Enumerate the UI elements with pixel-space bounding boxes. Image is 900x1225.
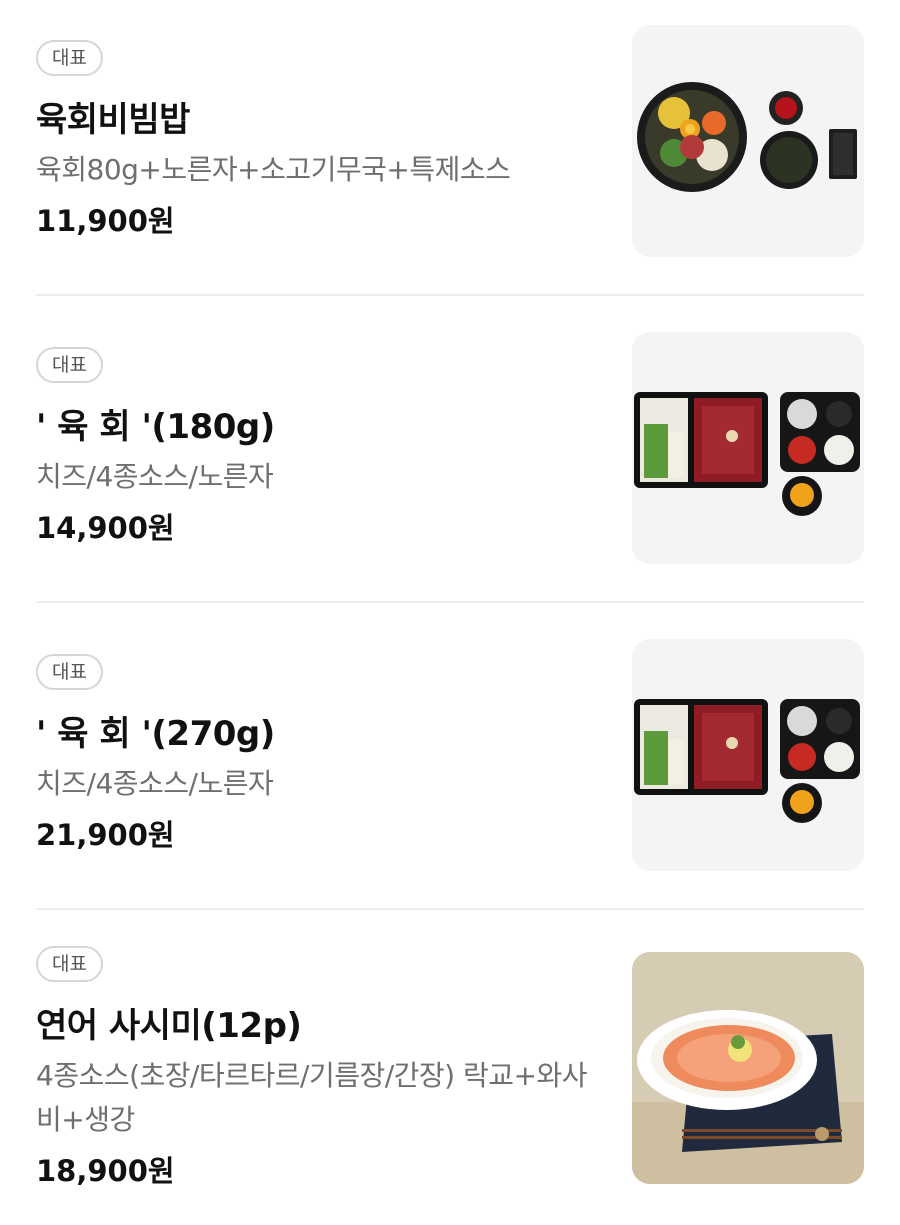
menu-item-description: 4종소스(초장/타르타르/기름장/간장) 락교+와사비+생강 [36, 1059, 588, 1136]
menu-item-description: 치즈/4종소스/노른자 [36, 460, 274, 493]
menu-item-name: 연어 사시미(12p) [36, 1006, 302, 1046]
representative-badge: 대표 [36, 40, 103, 76]
representative-badge: 대표 [36, 654, 103, 690]
menu-item[interactable]: 대표 ' 육 회 '(180g) 치즈/4종소스/노른자 14,900원 [36, 332, 864, 567]
menu-item-price: 21,900원 [36, 818, 175, 852]
representative-badge: 대표 [36, 946, 103, 982]
menu-item-price: 14,900원 [36, 511, 175, 545]
menu-item[interactable]: 대표 육회비빔밥 육회80g+노른자+소고기무국+특제소스 11,900원 [36, 25, 864, 260]
menu-item-price: 18,900원 [36, 1154, 175, 1188]
menu-item-name: ' 육 회 '(270g) [36, 714, 275, 754]
representative-badge: 대표 [36, 347, 103, 383]
bibimbap-set-image[interactable] [632, 25, 864, 257]
menu-item-description: 치즈/4종소스/노른자 [36, 767, 274, 800]
menu-item[interactable]: 대표 ' 육 회 '(270g) 치즈/4종소스/노른자 21,900원 [36, 639, 864, 874]
menu-item-price: 11,900원 [36, 204, 175, 238]
divider [36, 601, 864, 603]
menu-item-name: 육회비빔밥 [36, 100, 190, 140]
menu-item-name: ' 육 회 '(180g) [36, 407, 275, 447]
divider [36, 908, 864, 910]
salmon-sashimi-image[interactable] [632, 952, 864, 1184]
divider [36, 294, 864, 296]
yukhoe-box-image[interactable] [632, 332, 864, 564]
menu-item[interactable]: 대표 연어 사시미(12p) 4종소스(초장/타르타르/기름장/간장) 락교+와… [36, 946, 864, 1188]
menu-item-description: 육회80g+노른자+소고기무국+특제소스 [36, 153, 511, 186]
yukhoe-box-image[interactable] [632, 639, 864, 871]
